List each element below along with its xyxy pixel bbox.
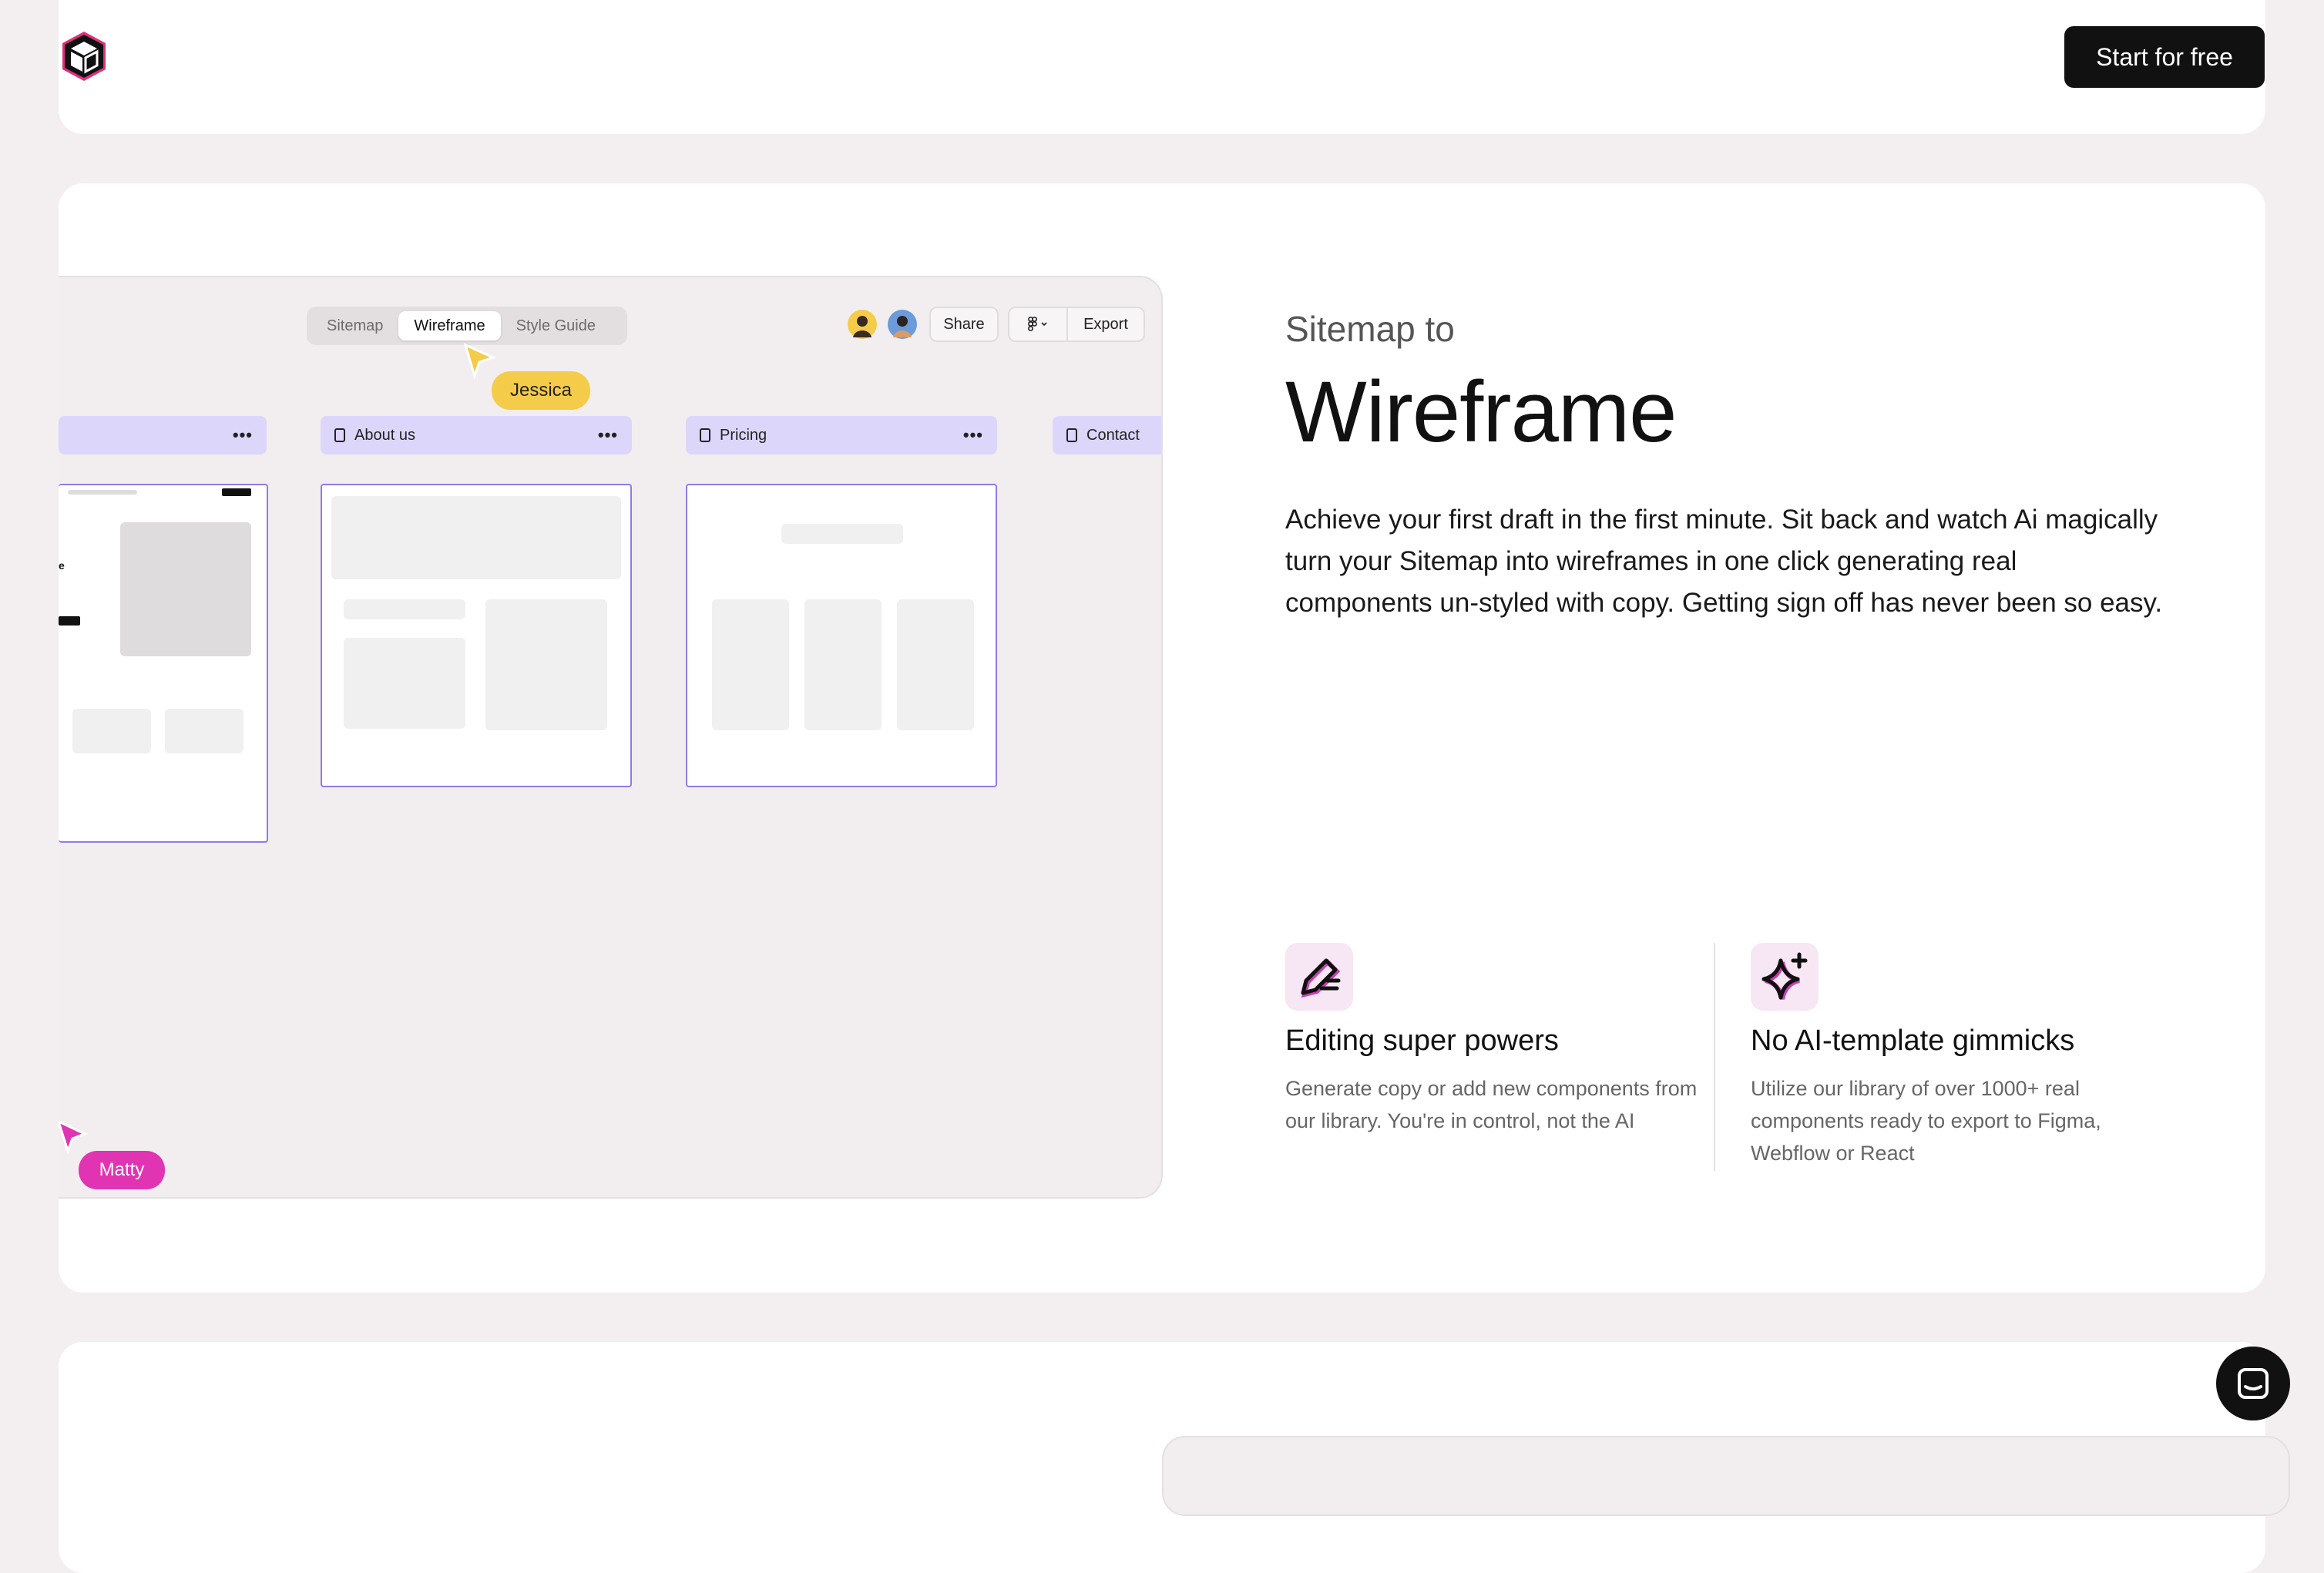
next-section-mockup bbox=[1162, 1436, 2290, 1516]
tab-sitemap[interactable]: Sitemap bbox=[311, 311, 398, 340]
more-icon[interactable]: ••• bbox=[233, 425, 253, 445]
collaborator-label-matty: Matty bbox=[79, 1151, 165, 1189]
page-icon bbox=[1066, 428, 1077, 442]
page-chip-home[interactable]: ••• bbox=[59, 416, 267, 454]
more-icon[interactable]: ••• bbox=[598, 425, 618, 445]
feature-description: Generate copy or add new components from… bbox=[1285, 1077, 1698, 1132]
page-name: Contact bbox=[1086, 426, 1140, 444]
chevron-down-icon bbox=[1041, 322, 1047, 327]
start-for-free-button[interactable]: Start for free bbox=[2064, 26, 2265, 88]
page-icon bbox=[334, 428, 345, 442]
avatar[interactable] bbox=[848, 310, 877, 339]
page-name: About us bbox=[354, 426, 415, 444]
view-tabs: Sitemap Wireframe Style Guide bbox=[307, 307, 627, 345]
figma-dropdown[interactable] bbox=[1009, 308, 1068, 340]
wireframe-pricing[interactable] bbox=[686, 484, 997, 787]
page-name: Pricing bbox=[720, 426, 767, 444]
page-icon bbox=[700, 428, 710, 442]
feature-title: Editing super powers bbox=[1285, 1025, 1559, 1057]
tab-style-guide[interactable]: Style Guide bbox=[501, 311, 611, 340]
chat-icon bbox=[2238, 1368, 2269, 1399]
more-icon[interactable]: ••• bbox=[963, 425, 983, 445]
wireframe-mockup: Sitemap Wireframe Style Guide Share Expo… bbox=[59, 276, 1163, 1199]
feature-description: Utilize our library of over 1000+ real c… bbox=[1751, 1077, 2101, 1165]
export-button[interactable]: Export bbox=[1068, 307, 1145, 342]
section-title: Wireframe bbox=[1285, 364, 1677, 460]
sparkle-icon bbox=[1751, 943, 1819, 1011]
page-chip-about[interactable]: About us ••• bbox=[321, 416, 632, 454]
brand-logo-icon[interactable] bbox=[59, 29, 109, 83]
cursor-pointer-icon bbox=[59, 1120, 88, 1158]
chat-launcher-button[interactable] bbox=[2216, 1347, 2290, 1420]
feature-divider bbox=[1714, 943, 1715, 1171]
share-button[interactable]: Share bbox=[929, 307, 999, 342]
tab-wireframe[interactable]: Wireframe bbox=[398, 311, 501, 340]
section-body: Achieve your first draft in the first mi… bbox=[1285, 505, 2163, 618]
page-chip-contact[interactable]: Contact bbox=[1053, 416, 1161, 454]
top-section-card bbox=[59, 0, 2265, 134]
avatar[interactable] bbox=[888, 310, 917, 339]
pencil-edit-icon bbox=[1285, 943, 1353, 1011]
collaborator-label-jessica: Jessica bbox=[492, 371, 590, 410]
section-eyebrow: Sitemap to bbox=[1285, 309, 1455, 349]
page-chip-pricing[interactable]: Pricing ••• bbox=[686, 416, 997, 454]
wireframe-home[interactable]: e bbox=[59, 484, 268, 843]
cursor-pointer-icon bbox=[462, 342, 497, 383]
wireframe-about-us[interactable] bbox=[321, 484, 632, 787]
figma-icon bbox=[1028, 317, 1047, 331]
feature-title: No AI-template gimmicks bbox=[1751, 1025, 2075, 1057]
